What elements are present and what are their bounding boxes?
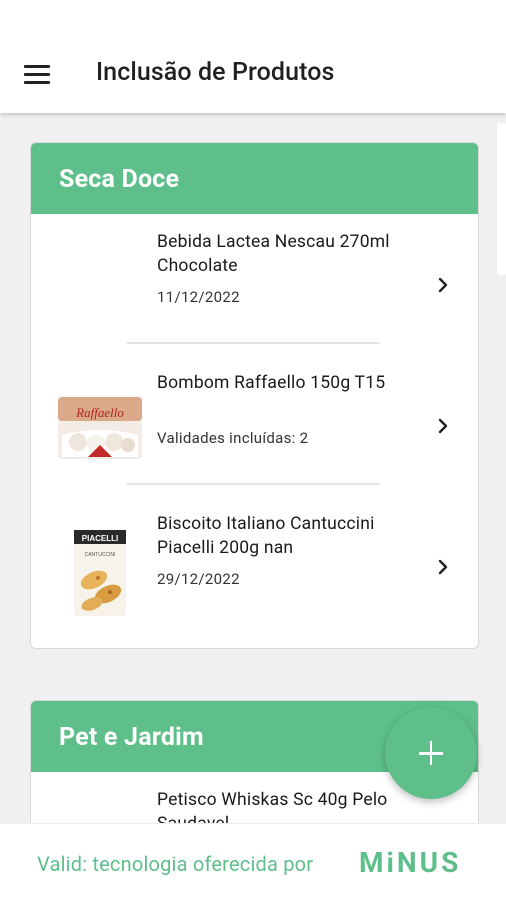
- product-name: Bebida Lactea Nescau 270ml Chocolate: [157, 232, 390, 276]
- chevron-right-icon: [438, 277, 448, 293]
- list-item[interactable]: Raffaello Bombom Raffaello 150g T15 Vali…: [31, 357, 478, 482]
- chevron-right-icon: [438, 418, 448, 434]
- add-product-button[interactable]: [385, 707, 477, 799]
- section-header: Seca Doce: [31, 143, 478, 214]
- footer: Valid: tecnologia oferecida por MiNUS: [0, 823, 506, 901]
- svg-text:PIACELLI: PIACELLI: [82, 534, 118, 543]
- product-date: 11/12/2022: [157, 288, 240, 306]
- list-item[interactable]: Bebida Lactea Nescau 270ml Chocolate 11/…: [31, 216, 478, 341]
- cantuccini-product-image: PIACELLI CANTUCCINI: [74, 530, 126, 616]
- app-bar: Inclusão de Produtos: [0, 0, 506, 113]
- raffaello-product-image: Raffaello: [58, 397, 142, 459]
- svg-text:Raffaello: Raffaello: [75, 405, 124, 420]
- section-card-seca-doce: Seca Doce Bebida Lactea Nescau 270ml Cho…: [30, 142, 479, 649]
- footer-credit-text: Valid: tecnologia oferecida por: [37, 852, 314, 876]
- scrollbar-thumb[interactable]: [497, 123, 506, 275]
- divider: [127, 483, 380, 485]
- list-item[interactable]: PIACELLI CANTUCCINI Biscoito Italiano Ca…: [31, 498, 478, 623]
- hamburger-menu-icon[interactable]: [24, 65, 50, 85]
- chevron-right-icon: [438, 559, 448, 575]
- product-name: Petisco Whiskas Sc 40g Pelo Saudavel: [157, 790, 388, 823]
- svg-text:CANTUCCINI: CANTUCCINI: [85, 552, 116, 558]
- page-title: Inclusão de Produtos: [96, 58, 335, 87]
- product-name: Bombom Raffaello 150g T15: [157, 373, 386, 393]
- divider: [127, 342, 380, 344]
- minus-logo: MiNUS: [359, 846, 462, 879]
- product-name: Biscoito Italiano Cantuccini Piacelli 20…: [157, 514, 375, 558]
- product-date: 29/12/2022: [157, 570, 240, 588]
- product-validities: Validades incluídas: 2: [157, 429, 309, 447]
